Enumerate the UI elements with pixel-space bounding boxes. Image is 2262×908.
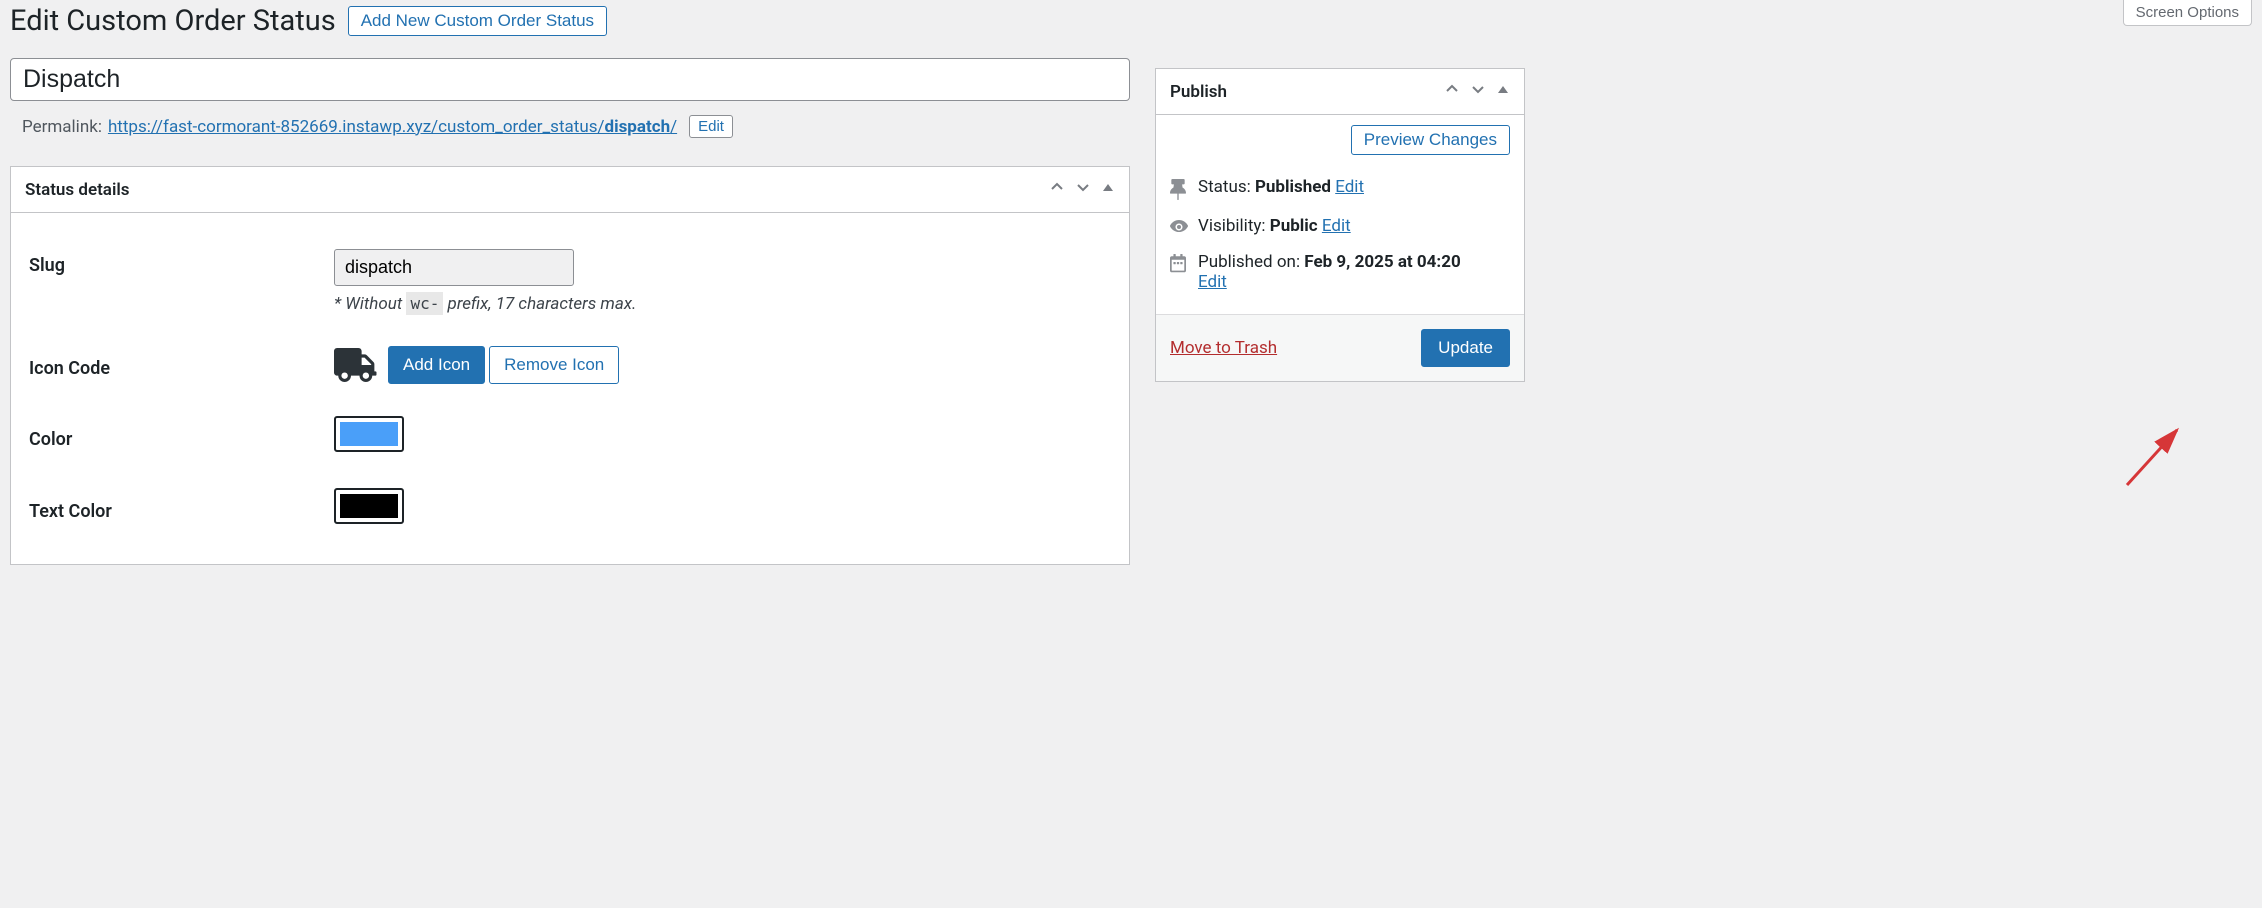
slug-hint-post: prefix, 17 characters max. xyxy=(443,294,636,314)
edit-permalink-button[interactable]: Edit xyxy=(689,115,733,138)
eye-icon xyxy=(1170,218,1188,234)
permalink-slug: dispatch xyxy=(605,117,671,137)
status-label: Status: xyxy=(1198,177,1255,197)
visibility-value: Public xyxy=(1270,216,1318,236)
color-label: Color xyxy=(29,423,334,450)
color-swatch xyxy=(340,422,398,446)
triangle-up-icon[interactable] xyxy=(1496,81,1510,102)
status-value: Published xyxy=(1255,177,1331,197)
slug-hint-code: wc- xyxy=(406,292,443,315)
chevron-down-icon[interactable] xyxy=(1470,81,1486,102)
pin-icon xyxy=(1170,179,1188,200)
publish-title: Publish xyxy=(1170,82,1227,102)
calendar-icon xyxy=(1170,254,1188,272)
preview-changes-button[interactable]: Preview Changes xyxy=(1351,125,1510,155)
published-label: Published on: xyxy=(1198,252,1304,272)
edit-status-link[interactable]: Edit xyxy=(1335,177,1364,197)
published-value: Feb 9, 2025 at 04:20 xyxy=(1304,252,1460,272)
chevron-down-icon[interactable] xyxy=(1075,179,1091,200)
slug-input[interactable] xyxy=(334,249,574,286)
slug-label: Slug xyxy=(29,249,334,276)
permalink-label: Permalink: xyxy=(22,117,102,137)
text-color-label: Text Color xyxy=(29,495,334,522)
chevron-up-icon[interactable] xyxy=(1444,81,1460,102)
edit-visibility-link[interactable]: Edit xyxy=(1322,216,1351,236)
color-picker[interactable] xyxy=(334,416,404,452)
remove-icon-button[interactable]: Remove Icon xyxy=(489,346,619,384)
arrow-annotation-icon xyxy=(2122,420,2192,490)
truck-icon xyxy=(334,348,378,382)
permalink-trail: / xyxy=(670,117,677,137)
status-details-title: Status details xyxy=(25,180,130,200)
text-color-picker[interactable] xyxy=(334,488,404,524)
triangle-up-icon[interactable] xyxy=(1101,179,1115,200)
permalink-link[interactable]: https://fast-cormorant-852669.instawp.xy… xyxy=(108,117,677,137)
screen-options-button[interactable]: Screen Options xyxy=(2123,0,2252,26)
update-button[interactable]: Update xyxy=(1421,329,1510,367)
add-new-custom-order-status-button[interactable]: Add New Custom Order Status xyxy=(348,6,607,36)
title-input[interactable] xyxy=(10,58,1130,101)
move-to-trash-link[interactable]: Move to Trash xyxy=(1170,338,1277,358)
visibility-label: Visibility: xyxy=(1198,216,1270,236)
permalink-base: https://fast-cormorant-852669.instawp.xy… xyxy=(108,117,605,137)
icon-code-label: Icon Code xyxy=(29,352,334,379)
edit-date-link[interactable]: Edit xyxy=(1198,272,1227,292)
page-title: Edit Custom Order Status xyxy=(10,4,336,38)
slug-hint-pre: * Without xyxy=(334,294,406,314)
add-icon-button[interactable]: Add Icon xyxy=(388,346,485,384)
chevron-up-icon[interactable] xyxy=(1049,179,1065,200)
text-color-swatch xyxy=(340,494,398,518)
